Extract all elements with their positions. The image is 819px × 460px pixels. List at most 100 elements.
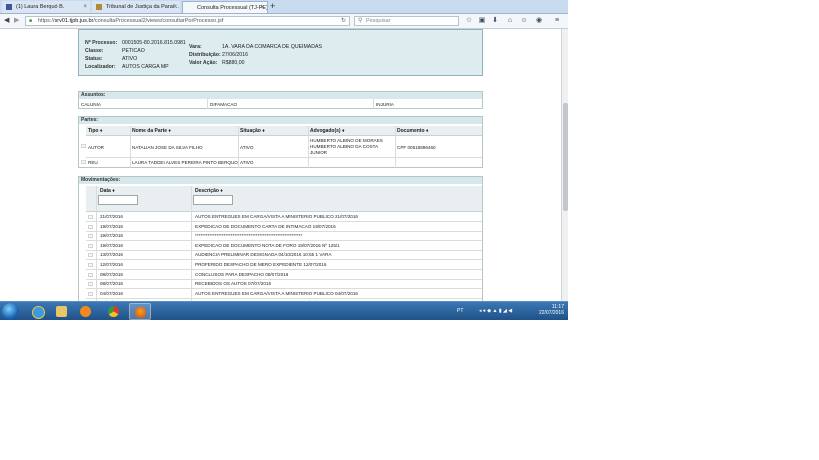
divider — [86, 157, 482, 158]
divider — [395, 126, 396, 168]
row-divider — [86, 297, 482, 299]
taskbar-media[interactable] — [75, 303, 97, 320]
download-icon[interactable]: ⬇ — [490, 16, 500, 26]
search-icon: ⚲ — [358, 18, 363, 24]
vara-value: 1A. VARA DA COMARCA DE QUEIMADAS — [222, 44, 322, 50]
lock-icon: ■ — [29, 18, 33, 24]
row-expander[interactable] — [88, 215, 93, 219]
language-indicator[interactable]: PT — [457, 308, 463, 314]
close-icon[interactable]: × — [260, 2, 264, 13]
firefox-icon — [135, 307, 146, 318]
col-documento-header[interactable]: Documento ♦ — [397, 128, 428, 134]
parte-nome: NATALIAN JOSE DA SILVA FILHO — [132, 145, 203, 150]
data-filter-input[interactable] — [98, 195, 138, 205]
back-icon[interactable]: ◀ — [4, 16, 9, 26]
chat-icon[interactable]: ☺ — [519, 16, 529, 26]
col-data-header[interactable]: Data ♦ — [100, 188, 115, 194]
url-bar[interactable]: ■ https://srv01.tjpb.jus.br/consultaProc… — [25, 16, 350, 26]
close-icon[interactable]: × — [83, 1, 87, 13]
row-expander[interactable] — [81, 144, 86, 148]
search-input[interactable]: ⚲ Pesquisar — [354, 16, 459, 26]
col-advogado-header[interactable]: Advogado(s) ♦ — [310, 128, 345, 134]
mov-descricao: RECEBIDOS OS AUTOS 07/07/2016 — [195, 281, 272, 287]
mov-data: 19/07/2016 — [100, 233, 123, 239]
assuntos-section: Assuntos: CALUNIA DIFAMACAO INJURIA — [78, 91, 483, 109]
assuntos-title: Assuntos: — [79, 92, 482, 99]
page-scrollbar[interactable] — [561, 29, 568, 301]
assunto-item: DIFAMACAO — [210, 102, 238, 107]
mov-data: 19/07/2016 — [100, 242, 123, 248]
row-expander[interactable] — [88, 272, 93, 277]
tab-consulta[interactable]: Consulta Processual (TJ-PE) × — [182, 1, 268, 13]
tab-facebook[interactable]: (1) Laura Berquó B. × — [2, 1, 90, 13]
star-icon[interactable]: ☆ — [464, 16, 474, 26]
col-descricao-header[interactable]: Descrição ♦ — [195, 188, 223, 194]
chrome-icon — [108, 306, 119, 317]
url-path: /consultaProcessual2/views/consultarPorP… — [93, 18, 224, 24]
numero-value: 0001505-80.2016.815.0981 — [122, 40, 186, 46]
new-tab-button[interactable]: + — [270, 1, 275, 11]
home-icon[interactable]: ⌂ — [505, 16, 515, 26]
mov-data: 08/07/2016 — [100, 271, 123, 277]
pocket-icon[interactable]: ◉ — [534, 16, 544, 26]
valor-value: R$880,00 — [222, 60, 245, 66]
row-expander[interactable] — [88, 243, 93, 248]
parte-nome: LAURA TADDEI ALVES PEREIRA PINTO BERQUO — [132, 160, 238, 165]
divider — [96, 186, 97, 301]
row-divider — [86, 278, 482, 280]
row-expander[interactable] — [88, 263, 93, 267]
parte-advogado: HUMBERTO ALBINO DA COSTA — [310, 144, 379, 149]
row-divider — [86, 269, 482, 270]
system-tray: PT ◂ ● ◆ ▲ ▮ ◢ ◀ 11:17 22/07/2016 — [455, 302, 568, 320]
row-divider — [86, 240, 482, 242]
tray-icons[interactable]: ◂ ● ◆ ▲ ▮ ◢ ◀ — [479, 308, 512, 314]
mov-descricao: AUTOS ENTREGUES EM CARGA/VISTA A MINISTE… — [195, 214, 358, 219]
forward-icon[interactable]: ▶ — [14, 16, 19, 26]
row-expander[interactable] — [81, 160, 86, 164]
row-expander[interactable] — [88, 282, 93, 287]
taskbar-ie[interactable] — [27, 303, 49, 320]
mov-data: 12/07/2016 — [100, 262, 123, 267]
divider — [373, 99, 374, 109]
menu-icon[interactable]: ≡ — [552, 16, 562, 26]
row-expander[interactable] — [88, 291, 93, 296]
taskbar-firefox[interactable] — [129, 303, 151, 320]
col-nome-header[interactable]: Nome da Parte ♦ — [132, 128, 171, 134]
url-prefix: https:// — [38, 18, 55, 24]
taskbar-explorer[interactable] — [51, 303, 73, 320]
row-divider — [86, 230, 482, 232]
divider — [130, 126, 131, 168]
clock[interactable]: 11:17 22/07/2016 — [539, 304, 564, 316]
distribuicao-value: 27/06/2016 — [222, 52, 248, 58]
scrollbar-thumb[interactable] — [563, 103, 568, 211]
reload-icon[interactable]: ↻ — [341, 17, 346, 26]
numero-label: Nº Processo: — [85, 40, 118, 46]
row-divider — [86, 288, 482, 290]
distribuicao-label: Distribuição: — [189, 52, 221, 58]
col-situacao-header[interactable]: Situação ♦ — [240, 128, 265, 134]
url-host: srv01.tjpb.jus.br — [54, 18, 94, 24]
parte-advogado: HUMBERTO ALBINO DE MORAES — [310, 138, 383, 143]
folder-icon — [56, 306, 67, 317]
search-placeholder: Pesquisar — [366, 18, 391, 24]
descricao-filter-input[interactable] — [193, 195, 233, 205]
row-expander[interactable] — [88, 224, 93, 229]
tab-tjpb[interactable]: Tribunal de Justiça da Paraí... × — [92, 1, 180, 13]
parte-situacao: ATIVO — [240, 145, 254, 150]
tab-label: Tribunal de Justiça da Paraí... — [106, 4, 179, 10]
mov-descricao: PROFERIDO DESPACHO DE MERO EXPEDIENTE 12… — [195, 262, 327, 267]
row-expander[interactable] — [88, 253, 93, 258]
status-value: ATIVO — [122, 56, 138, 62]
close-icon[interactable]: × — [173, 1, 177, 13]
localizador-value: AUTOS CARGA MP — [122, 64, 169, 70]
assunto-item: CALUNIA — [81, 102, 101, 107]
divider — [238, 126, 239, 168]
taskbar-chrome[interactable] — [103, 303, 125, 320]
row-expander[interactable] — [88, 234, 93, 239]
tribunal-icon — [96, 4, 102, 10]
col-tipo-header[interactable]: Tipo ♦ — [88, 128, 102, 134]
tab-label: Consulta Processual (TJ-PE) — [197, 5, 268, 11]
clipboard-icon[interactable]: ▣ — [477, 16, 487, 26]
windows-taskbar: PT ◂ ● ◆ ▲ ▮ ◢ ◀ 11:17 22/07/2016 — [0, 301, 568, 320]
start-button[interactable] — [2, 303, 19, 320]
